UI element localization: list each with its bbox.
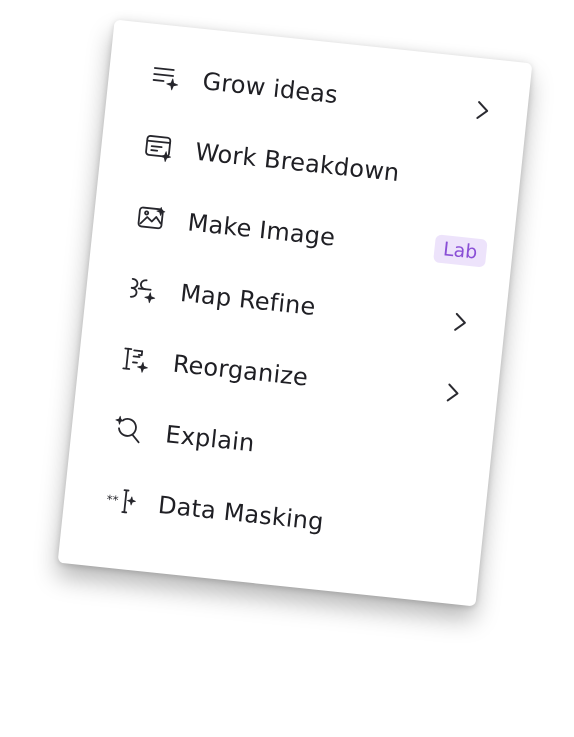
- mask-sparkle-icon: **: [103, 482, 140, 519]
- menu-item-reorganize[interactable]: Reorganize: [117, 338, 479, 415]
- menu-item-label: Data Masking: [156, 490, 326, 537]
- menu-item-work-breakdown[interactable]: Work Breakdown: [140, 126, 502, 203]
- document-sparkle-icon: [140, 129, 177, 166]
- menu-item-grow-ideas[interactable]: Grow ideas: [147, 56, 509, 133]
- lab-badge: Lab: [432, 234, 488, 268]
- menu-item-label: Grow ideas: [201, 67, 340, 110]
- mindmap-sparkle-icon: [125, 270, 162, 307]
- svg-text:**: **: [106, 492, 119, 507]
- stage: Grow ideas Work Breakdown Make Image Lab…: [0, 0, 574, 737]
- menu-item-map-refine[interactable]: Map Refine: [125, 267, 487, 344]
- menu-item-explain[interactable]: Explain: [110, 409, 472, 486]
- chevron-right-icon: [448, 310, 472, 334]
- magnifier-sparkle-icon: [110, 412, 147, 449]
- menu-item-label: Work Breakdown: [193, 137, 401, 188]
- menu-item-label: Map Refine: [179, 278, 317, 322]
- menu-item-data-masking[interactable]: ** Data Masking: [102, 479, 464, 556]
- image-sparkle-icon: [132, 200, 169, 237]
- menu-item-label: Make Image: [186, 208, 337, 252]
- chevron-right-icon: [470, 98, 494, 122]
- context-menu: Grow ideas Work Breakdown Make Image Lab…: [57, 19, 533, 607]
- menu-item-label: Reorganize: [171, 349, 310, 392]
- list-sparkle-icon: [147, 59, 184, 96]
- outline-sparkle-icon: [118, 341, 155, 378]
- chevron-right-icon: [440, 381, 464, 405]
- menu-item-make-image[interactable]: Make Image Lab: [132, 197, 494, 274]
- menu-item-label: Explain: [164, 420, 256, 458]
